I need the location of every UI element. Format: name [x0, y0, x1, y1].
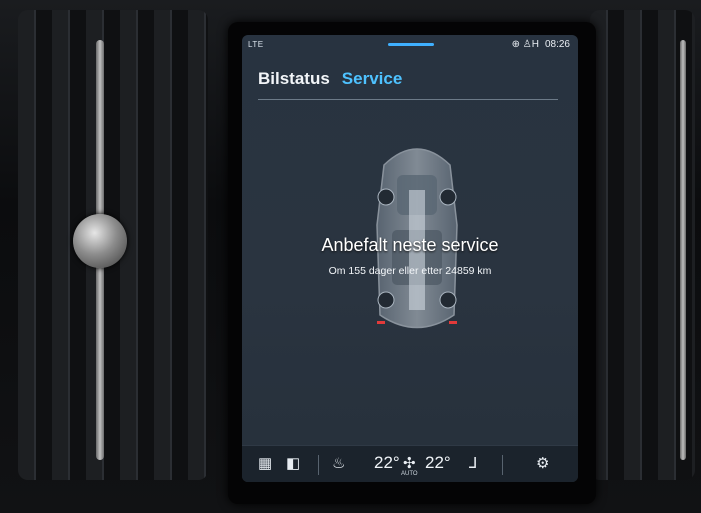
fan-icon[interactable]: ✣ [403, 454, 416, 472]
infotainment-screen: LTE ⊕ ♙H 08:26 Bilstatus Service Anbefal… [242, 35, 578, 482]
status-indicators: ⊕ ♙H [511, 39, 539, 50]
status-bar: LTE ⊕ ♙H 08:26 [242, 35, 578, 57]
right-vent-chrome-strip [680, 40, 686, 460]
seat-icon[interactable]: ⅃ [469, 454, 477, 472]
tab-divider [258, 99, 558, 100]
fan-auto-label: AUTO [401, 471, 418, 477]
tab-bilstatus[interactable]: Bilstatus [258, 69, 330, 89]
service-headline: Anbefalt neste service [321, 235, 499, 255]
left-vent-knob [73, 214, 127, 268]
heated-seat-icon[interactable]: ♨ [332, 454, 345, 472]
grid-icon[interactable]: ▦ [258, 454, 272, 472]
pull-down-handle[interactable] [388, 43, 434, 46]
clock: 08:26 [544, 39, 570, 50]
network-indicator: LTE [248, 40, 264, 49]
left-temperature[interactable]: 22° [374, 453, 400, 473]
tab-bar: Bilstatus Service [258, 69, 402, 89]
right-temperature[interactable]: 22° [425, 453, 451, 473]
tab-service[interactable]: Service [342, 69, 403, 89]
camera-icon[interactable]: ◧ [286, 454, 300, 472]
service-detail: Om 155 dager eller etter 24859 km [328, 265, 492, 277]
climate-bar: ▦ ◧ ♨ 22° ✣ AUTO 22° ⅃ ⚙ [242, 445, 578, 482]
settings-gear-icon[interactable]: ⚙ [536, 454, 549, 472]
